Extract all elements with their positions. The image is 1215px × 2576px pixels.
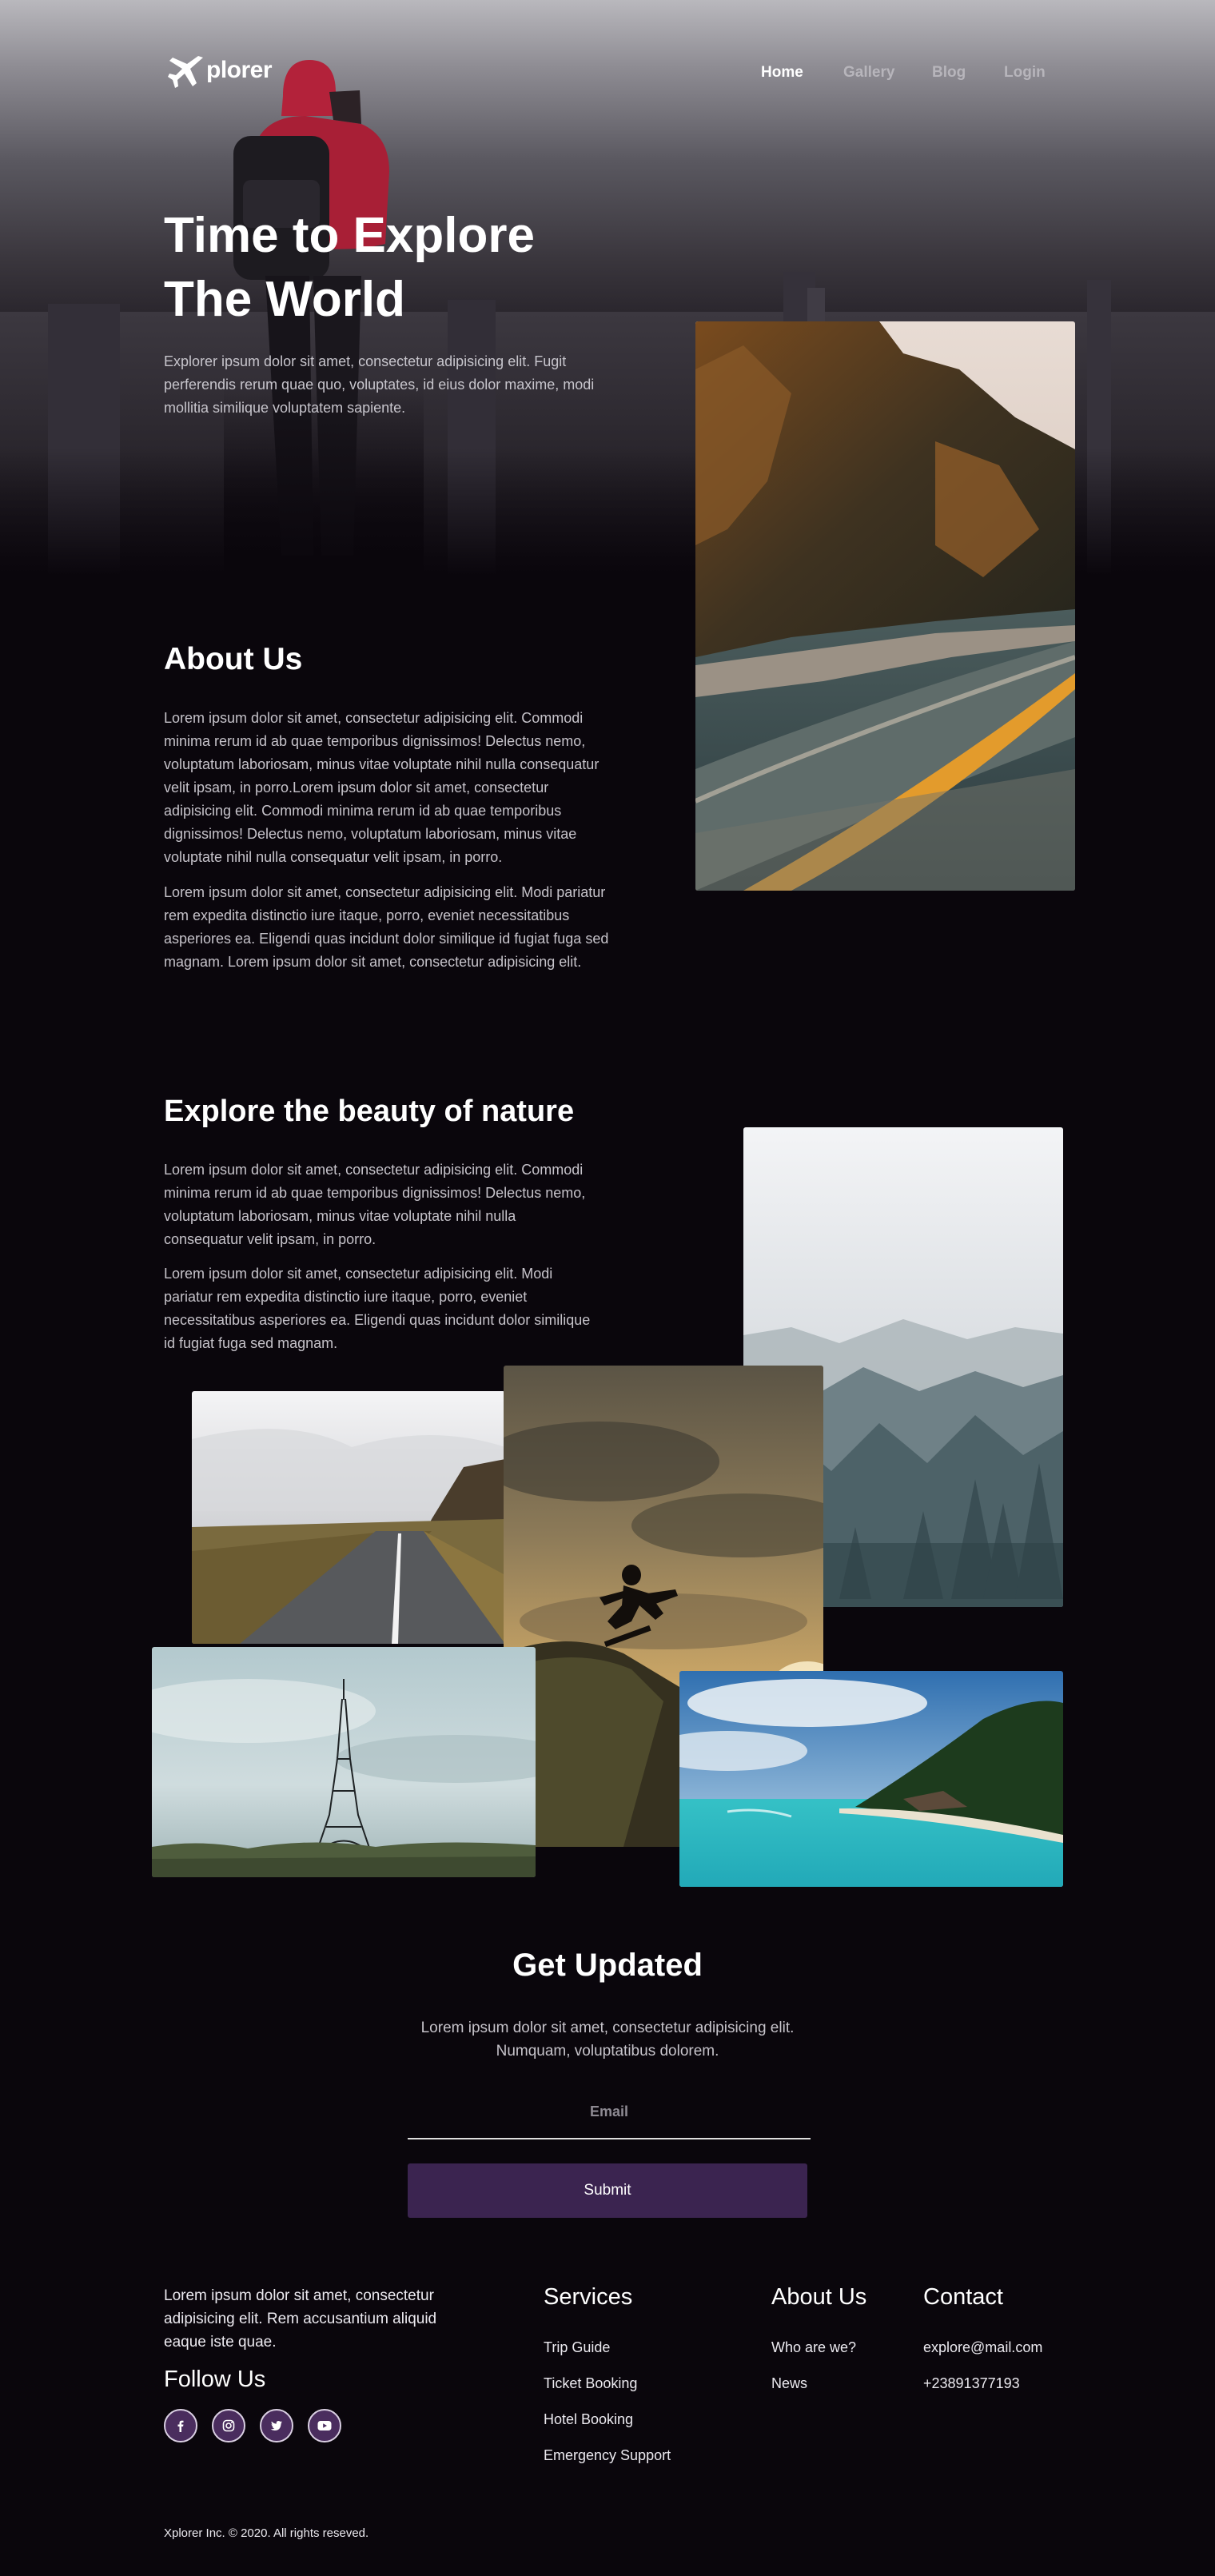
footer-about-text: Lorem ipsum dolor sit amet, consectetur … — [164, 2287, 437, 2351]
twitter-button[interactable] — [260, 2409, 293, 2442]
submit-button[interactable]: Submit — [408, 2163, 807, 2218]
contact-email[interactable]: explore@mail.com — [923, 2339, 1042, 2356]
twitter-icon — [270, 2421, 282, 2430]
nav-home[interactable]: Home — [761, 64, 803, 82]
services-title: Services — [544, 2284, 633, 2310]
road-photo — [695, 321, 1075, 891]
tropical-beach-photo — [679, 1671, 1063, 1887]
nature-paragraph-2: Lorem ipsum dolor sit amet, consectetur … — [164, 1266, 591, 1351]
footer-link-who-are-we[interactable]: Who are we? — [771, 2339, 856, 2356]
email-field[interactable] — [408, 2085, 811, 2139]
hero-title-line1: Time to Explore — [164, 208, 535, 263]
youtube-button[interactable] — [308, 2409, 341, 2442]
instagram-icon — [222, 2419, 235, 2432]
logo-text: plorer — [206, 57, 273, 83]
logo[interactable]: plorer — [166, 51, 273, 90]
footer-link-news[interactable]: News — [771, 2375, 807, 2392]
copyright-text: Xplorer Inc. © 2020. All rights reseved. — [164, 2526, 369, 2540]
updates-text: Lorem ipsum dolor sit amet, consectetur … — [0, 2016, 1215, 2063]
footer-link-ticket-booking[interactable]: Ticket Booking — [544, 2375, 637, 2392]
nav-gallery[interactable]: Gallery — [843, 64, 894, 82]
youtube-icon — [317, 2421, 332, 2430]
updates-text-line1: Lorem ipsum dolor sit amet, consectetur … — [420, 2020, 795, 2036]
facebook-icon — [177, 2420, 184, 2432]
footer-link-trip-guide[interactable]: Trip Guide — [544, 2339, 610, 2356]
hero-title-line2: The World — [164, 272, 405, 327]
updates-title: Get Updated — [512, 1948, 703, 1983]
about-footer-title: About Us — [771, 2284, 867, 2310]
nav-login[interactable]: Login — [1004, 64, 1046, 82]
about-paragraph-2: Lorem ipsum dolor sit amet, consectetur … — [164, 884, 609, 970]
follow-us-title: Follow Us — [164, 2367, 266, 2392]
updates-text-line2: Numquam, voluptatibus dolorem. — [496, 2043, 719, 2060]
footer-link-hotel-booking[interactable]: Hotel Booking — [544, 2411, 633, 2428]
about-paragraph-1: Lorem ipsum dolor sit amet, consectetur … — [164, 710, 600, 865]
nature-paragraph-1: Lorem ipsum dolor sit amet, consectetur … — [164, 1162, 586, 1247]
hero-title: Time to Explore The World — [164, 204, 611, 332]
nav-blog[interactable]: Blog — [932, 64, 966, 82]
hero-text: Explorer ipsum dolor sit amet, consectet… — [164, 353, 595, 416]
facebook-button[interactable] — [164, 2409, 197, 2442]
contact-phone[interactable]: +23891377193 — [923, 2375, 1020, 2392]
airplane-icon — [168, 56, 203, 88]
nature-title: Explore the beauty of nature — [164, 1095, 575, 1128]
contact-title: Contact — [923, 2284, 1003, 2310]
road-landscape-photo — [192, 1391, 505, 1644]
instagram-button[interactable] — [212, 2409, 245, 2442]
footer-link-emergency-support[interactable]: Emergency Support — [544, 2447, 671, 2464]
about-title: About Us — [164, 642, 303, 676]
eiffel-tower-photo — [152, 1647, 536, 1877]
